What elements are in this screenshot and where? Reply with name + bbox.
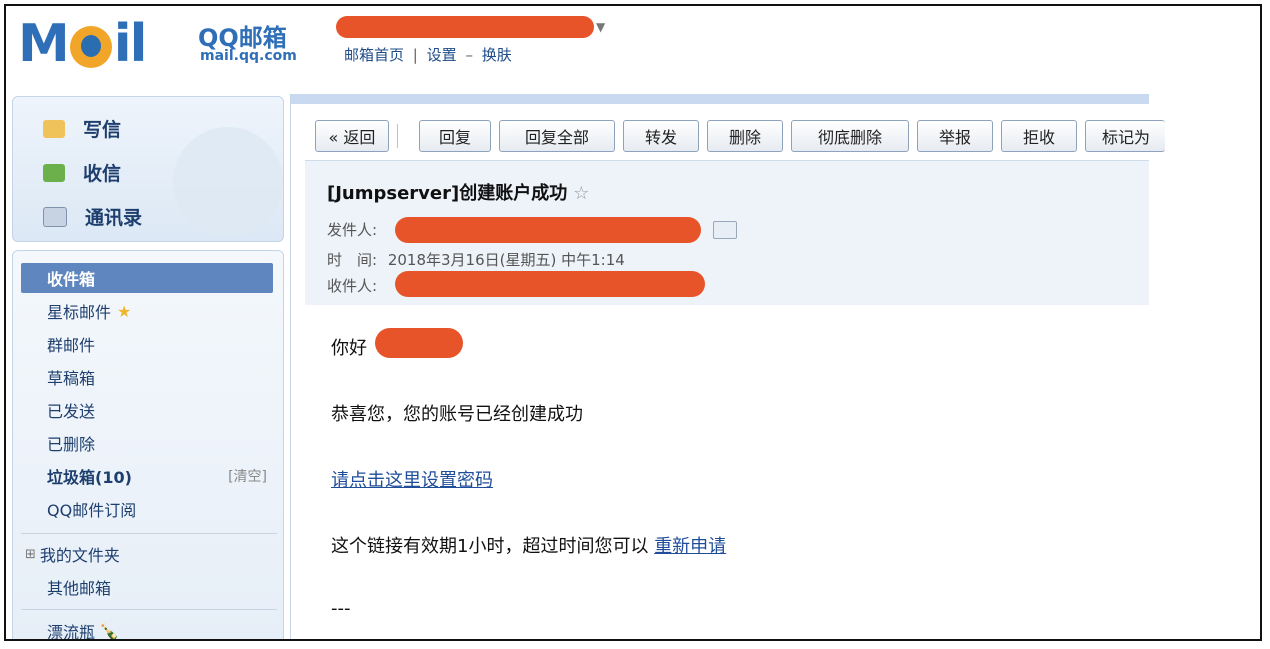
from-label: 发件人: <box>327 221 378 239</box>
star-outline-icon[interactable]: ☆ <box>573 183 589 204</box>
download-icon <box>43 163 65 182</box>
folder-subscriptions[interactable]: QQ邮件订阅 <box>21 494 273 524</box>
screenshot-frame: Mil QQ邮箱 mail.qq.com ▼ 邮箱首页 | 设置 – 换肤 写信… <box>4 4 1262 641</box>
divider <box>21 609 277 610</box>
write-label: 写信 <box>83 119 122 141</box>
expiry-text: 这个链接有效期1小时，超过时间您可以 <box>331 536 655 557</box>
divider <box>21 533 277 534</box>
folder-label: 星标邮件 <box>47 303 112 322</box>
folder-label: 收件箱 <box>47 270 96 289</box>
home-link[interactable]: 邮箱首页 <box>344 46 404 64</box>
write-button[interactable]: 写信 <box>43 115 121 142</box>
message-header: [Jumpserver]创建账户成功 ☆ 发件人: 时 间: 2018年3月16日… <box>305 160 1149 305</box>
contacts-button[interactable]: 通讯录 <box>43 203 142 230</box>
folder-label: 我的文件夹 <box>39 546 120 565</box>
bottle-icon: 🍾 <box>99 621 119 641</box>
logo-domain: mail.qq.com <box>200 48 297 64</box>
contact-card-icon[interactable] <box>713 221 737 239</box>
forward-button[interactable]: 转发 <box>623 120 699 152</box>
settings-link[interactable]: 设置 <box>427 46 457 64</box>
contact-card-icon <box>43 206 67 227</box>
folder-spam[interactable]: 垃圾箱(10) [清空] <box>21 461 273 491</box>
folder-label: 垃圾箱(10) <box>47 468 132 487</box>
penguin-illustration <box>173 127 283 237</box>
clear-spam-link[interactable]: [清空] <box>228 466 267 486</box>
toolbar-separator <box>397 124 398 148</box>
reject-button[interactable]: 拒收 <box>1001 120 1077 152</box>
link-separator: | <box>412 46 418 64</box>
signature-separator: --- <box>331 598 351 619</box>
account-dropdown-icon[interactable]: ▼ <box>596 20 605 34</box>
expand-icon[interactable]: ⊞ <box>25 547 36 562</box>
reply-button[interactable]: 回复 <box>419 120 491 152</box>
compose-panel: 写信 收信 通讯录 <box>12 96 284 242</box>
folder-label: QQ邮件订阅 <box>47 501 137 520</box>
mark-button[interactable]: 标记为 <box>1085 120 1165 152</box>
to-row: 收件人: <box>327 275 377 296</box>
folder-my-folders[interactable]: ⊞ 我的文件夹 <box>21 539 273 569</box>
report-button[interactable]: 举报 <box>917 120 993 152</box>
header: Mil QQ邮箱 mail.qq.com ▼ 邮箱首页 | 设置 – 换肤 <box>6 6 1260 92</box>
time-row: 时 间: 2018年3月16日(星期五) 中午1:14 <box>327 249 625 270</box>
folder-group[interactable]: 群邮件 <box>21 329 273 359</box>
folder-other-mailboxes[interactable]: 其他邮箱 <box>21 572 273 602</box>
folder-deleted[interactable]: 已删除 <box>21 428 273 458</box>
folder-drift-bottle[interactable]: 漂流瓶 🍾 <box>21 616 273 641</box>
greeting-line: 你好 <box>331 334 367 360</box>
toolbar-top-strip <box>291 94 1149 104</box>
folder-sent[interactable]: 已发送 <box>21 395 273 425</box>
star-icon: ★ <box>117 301 132 321</box>
back-button[interactable]: « 返回 <box>315 120 389 152</box>
folder-inbox[interactable]: 收件箱 <box>21 263 273 293</box>
receive-button[interactable]: 收信 <box>43 159 121 186</box>
logo-bell-icon <box>69 26 112 68</box>
expiry-line: 这个链接有效期1小时，超过时间您可以 重新申请 <box>331 532 726 558</box>
greeting-text: 你好 <box>331 338 367 359</box>
skin-link[interactable]: 换肤 <box>482 46 512 64</box>
success-line: 恭喜您，您的账号已经创建成功 <box>331 404 583 425</box>
top-links: 邮箱首页 | 设置 – 换肤 <box>344 44 516 65</box>
message-subject: [Jumpserver]创建账户成功 ☆ <box>327 179 589 205</box>
redacted-sender <box>395 217 701 243</box>
link-separator: – <box>465 46 473 64</box>
logo-mail-text: Mil <box>18 14 147 74</box>
qq-mail-logo[interactable]: Mil QQ邮箱 mail.qq.com <box>18 16 308 76</box>
folder-label: 已删除 <box>47 435 96 454</box>
to-label: 收件人: <box>327 277 378 295</box>
redacted-recipient <box>395 271 705 297</box>
from-row: 发件人: <box>327 219 377 240</box>
redacted-name <box>375 328 463 358</box>
mail-toolbar: « 返回 回复 回复全部 转发 删除 彻底删除 举报 拒收 标记为 <box>305 120 1165 156</box>
receive-label: 收信 <box>83 163 122 185</box>
contacts-label: 通讯录 <box>85 207 143 229</box>
folder-drafts[interactable]: 草稿箱 <box>21 362 273 392</box>
delete-button[interactable]: 删除 <box>707 120 783 152</box>
redacted-username <box>336 16 594 38</box>
time-value: 2018年3月16日(星期五) 中午1:14 <box>387 251 625 269</box>
main-content: « 返回 回复 回复全部 转发 删除 彻底删除 举报 拒收 标记为 [Jumps… <box>290 94 1165 639</box>
folder-list: 收件箱 星标邮件 ★ 群邮件 草稿箱 已发送 已删除 垃圾箱(10) [清空] … <box>12 250 284 641</box>
reapply-link[interactable]: 重新申请 <box>654 536 726 557</box>
time-label: 时 间: <box>327 251 378 269</box>
folder-label: 已发送 <box>47 402 96 421</box>
folder-starred[interactable]: 星标邮件 ★ <box>21 296 273 326</box>
folder-label: 草稿箱 <box>47 369 96 388</box>
folder-label: 漂流瓶 <box>47 623 96 641</box>
delete-forever-button[interactable]: 彻底删除 <box>791 120 909 152</box>
pencil-icon <box>43 119 65 138</box>
folder-label: 其他邮箱 <box>47 579 112 598</box>
reply-all-button[interactable]: 回复全部 <box>499 120 615 152</box>
set-password-link[interactable]: 请点击这里设置密码 <box>331 466 493 492</box>
subject-text: [Jumpserver]创建账户成功 <box>327 183 568 204</box>
folder-label: 群邮件 <box>47 336 96 355</box>
